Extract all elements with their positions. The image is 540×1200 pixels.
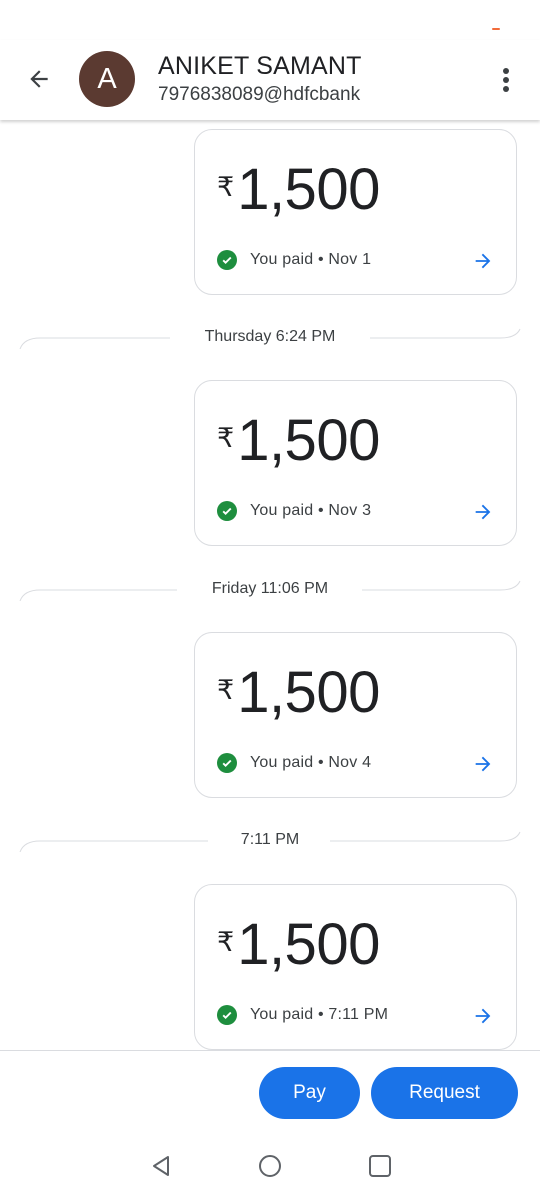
check-circle-icon bbox=[217, 250, 237, 270]
payment-status-text: You paid • Nov 4 bbox=[250, 754, 372, 771]
payment-status: You paid • Nov 4 bbox=[217, 753, 371, 773]
payment-status-text: You paid • Nov 1 bbox=[250, 251, 372, 268]
more-vertical-icon bbox=[503, 68, 509, 74]
date-separator: Friday 11:06 PM bbox=[0, 577, 540, 601]
payment-status-text: You paid • Nov 3 bbox=[250, 502, 372, 519]
arrow-right-icon[interactable] bbox=[472, 501, 494, 523]
check-circle-icon bbox=[217, 1005, 237, 1025]
separator-label: 7:11 PM bbox=[228, 831, 312, 848]
currency-symbol: ₹ bbox=[217, 423, 235, 453]
payment-amount: ₹ 1,500 bbox=[217, 409, 380, 473]
arrow-right-icon[interactable] bbox=[472, 1005, 494, 1027]
payment-status: You paid • Nov 1 bbox=[217, 250, 371, 270]
more-vertical-icon-dot bbox=[503, 77, 509, 83]
status-indicator bbox=[492, 28, 500, 30]
currency-symbol: ₹ bbox=[217, 675, 235, 705]
date-separator: 7:11 PM bbox=[0, 828, 540, 852]
payment-amount: ₹ 1,500 bbox=[217, 661, 380, 725]
contact-name: ANIKET SAMANT bbox=[158, 52, 362, 80]
transaction-feed[interactable]: ₹ 1,500 You paid • Nov 1 Thursday 6:24 P… bbox=[0, 120, 540, 1050]
square-recents-icon[interactable] bbox=[367, 1153, 393, 1179]
circle-home-icon[interactable] bbox=[257, 1153, 283, 1179]
payment-status: You paid • 7:11 PM bbox=[217, 1005, 388, 1025]
contact-upi-id: 7976838089@hdfcbank bbox=[158, 84, 361, 105]
separator-label: Thursday 6:24 PM bbox=[192, 328, 348, 345]
payment-card[interactable]: ₹ 1,500 You paid • 7:11 PM bbox=[194, 884, 517, 1050]
arrow-right-icon[interactable] bbox=[472, 753, 494, 775]
amount-value: 1,500 bbox=[237, 912, 380, 977]
arrow-right-icon[interactable] bbox=[472, 250, 494, 272]
system-navigation-bar bbox=[0, 1135, 540, 1200]
amount-value: 1,500 bbox=[237, 660, 380, 725]
action-bar: Pay Request bbox=[0, 1050, 540, 1135]
payment-amount: ₹ 1,500 bbox=[217, 158, 380, 222]
amount-value: 1,500 bbox=[237, 157, 380, 222]
triangle-back-icon[interactable] bbox=[148, 1153, 174, 1179]
currency-symbol: ₹ bbox=[217, 927, 235, 957]
payment-card[interactable]: ₹ 1,500 You paid • Nov 1 bbox=[194, 129, 517, 295]
payment-card[interactable]: ₹ 1,500 You paid • Nov 3 bbox=[194, 380, 517, 546]
request-button[interactable]: Request bbox=[371, 1067, 518, 1119]
currency-symbol: ₹ bbox=[217, 172, 235, 202]
payment-card[interactable]: ₹ 1,500 You paid • Nov 4 bbox=[194, 632, 517, 798]
arrow-left-icon bbox=[30, 70, 48, 88]
chat-header: A ANIKET SAMANT 7976838089@hdfcbank bbox=[0, 40, 540, 120]
more-vertical-icon-dot bbox=[503, 86, 509, 92]
payment-status: You paid • Nov 3 bbox=[217, 501, 371, 521]
date-separator: Thursday 6:24 PM bbox=[0, 325, 540, 349]
payment-amount: ₹ 1,500 bbox=[217, 913, 380, 977]
avatar[interactable]: A bbox=[79, 51, 135, 107]
amount-value: 1,500 bbox=[237, 408, 380, 473]
check-circle-icon bbox=[217, 753, 237, 773]
back-button[interactable] bbox=[22, 62, 56, 96]
separator-label: Friday 11:06 PM bbox=[199, 580, 341, 597]
payment-status-text: You paid • 7:11 PM bbox=[250, 1006, 389, 1023]
pay-button[interactable]: Pay bbox=[259, 1067, 360, 1119]
more-options-button[interactable] bbox=[494, 64, 518, 96]
check-circle-icon bbox=[217, 501, 237, 521]
